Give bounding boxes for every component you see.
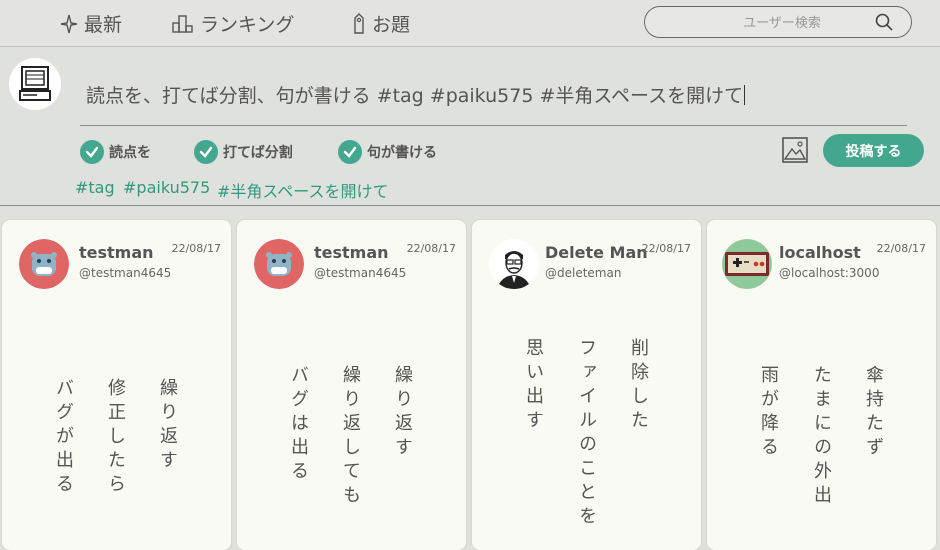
post-date: 22/08/17 (876, 242, 926, 255)
haiku-line-1: 繰り返す (157, 378, 178, 474)
ranking-icon (172, 14, 194, 33)
haiku-line-3: バグが出る (53, 378, 74, 498)
sparkle-icon (60, 14, 78, 34)
hippo-icon[interactable] (254, 239, 304, 289)
post-username[interactable]: Delete Man (545, 243, 648, 262)
post-date: 22/08/17 (406, 242, 456, 255)
tag-link-1[interactable]: #tag (75, 178, 115, 197)
my-avatar[interactable] (9, 58, 61, 110)
haiku-line-3: 雨が降る (758, 365, 779, 461)
checkmark-icon (80, 140, 104, 164)
tag-icon (352, 12, 366, 35)
haiku-line-2: 修正したら (105, 378, 126, 498)
nav-topics-label: お題 (372, 14, 411, 36)
haiku-line-1: 繰り返す (392, 365, 413, 461)
post-handle: @testman4645 (79, 266, 172, 280)
user-search (644, 6, 912, 38)
checkmark-icon (194, 140, 218, 164)
haiku-line-1: 削除した (628, 338, 649, 434)
post-handle: @deleteman (545, 266, 622, 280)
post-username[interactable]: localhost (779, 243, 861, 262)
tag-link-2[interactable]: #paiku575 (123, 178, 210, 197)
image-upload-icon[interactable] (782, 137, 808, 163)
phrase-check-1: 読点を (80, 140, 151, 164)
post-handle: @testman4645 (314, 266, 407, 280)
post-username[interactable]: testman (79, 243, 154, 262)
phrase-check-2: 打てば分割 (194, 140, 293, 164)
phrase-label-3: 句が書ける (367, 145, 437, 161)
nav-topics[interactable]: お題 (352, 10, 410, 37)
post-card[interactable]: localhost @localhost:3000 22/08/17 傘持たず … (707, 220, 936, 550)
haiku-line-2: ファイルのことを (576, 338, 597, 530)
post-card[interactable]: testman @testman4645 22/08/17 繰り返す 繰り返して… (237, 220, 466, 550)
search-icon[interactable] (875, 13, 893, 35)
user-search-input[interactable] (695, 11, 869, 35)
compose-text: 読点を、打てば分割、句が書ける #tag #paiku575 #半角スペースを開… (86, 85, 744, 107)
tag-link-3[interactable]: #半角スペースを開けて (217, 178, 389, 202)
hippo-icon[interactable] (19, 239, 69, 289)
text-caret (744, 85, 746, 105)
compose-input[interactable]: 読点を、打てば分割、句が書ける #tag #paiku575 #半角スペースを開… (86, 81, 746, 108)
haiku-line-2: たまにの外出 (811, 365, 832, 509)
post-username[interactable]: testman (314, 243, 389, 262)
nav-ranking-label: ランキング (200, 14, 295, 36)
game-controller-icon[interactable] (722, 239, 772, 289)
compose-underline (80, 125, 907, 126)
phrase-label-2: 打てば分割 (223, 145, 293, 161)
post-card[interactable]: Delete Man @deleteman 22/08/17 削除した ファイル… (472, 220, 701, 550)
checkmark-icon (338, 140, 362, 164)
post-composer: 読点を、打てば分割、句が書ける #tag #paiku575 #半角スペースを開… (0, 47, 940, 206)
haiku-line-2: 繰り返しても (340, 365, 361, 509)
nav-latest[interactable]: 最新 (60, 10, 122, 37)
post-card[interactable]: testman @testman4645 22/08/17 繰り返す 修正したら… (2, 220, 231, 550)
haiku-line-1: 傘持たず (863, 365, 884, 461)
post-button[interactable]: 投稿する (823, 134, 924, 167)
phrase-check-3: 句が書ける (338, 140, 437, 164)
post-handle: @localhost:3000 (779, 266, 880, 280)
post-date: 22/08/17 (171, 242, 221, 255)
top-nav: 最新 ランキング お題 (0, 0, 940, 47)
phrase-label-1: 読点を (109, 145, 151, 161)
computer-icon (19, 66, 51, 101)
post-date: 22/08/17 (641, 242, 691, 255)
person-icon[interactable] (489, 239, 539, 289)
haiku-line-3: 思い出す (523, 338, 544, 434)
nav-latest-label: 最新 (84, 14, 123, 36)
haiku-line-3: バグは出る (288, 365, 309, 485)
nav-ranking[interactable]: ランキング (172, 10, 294, 37)
